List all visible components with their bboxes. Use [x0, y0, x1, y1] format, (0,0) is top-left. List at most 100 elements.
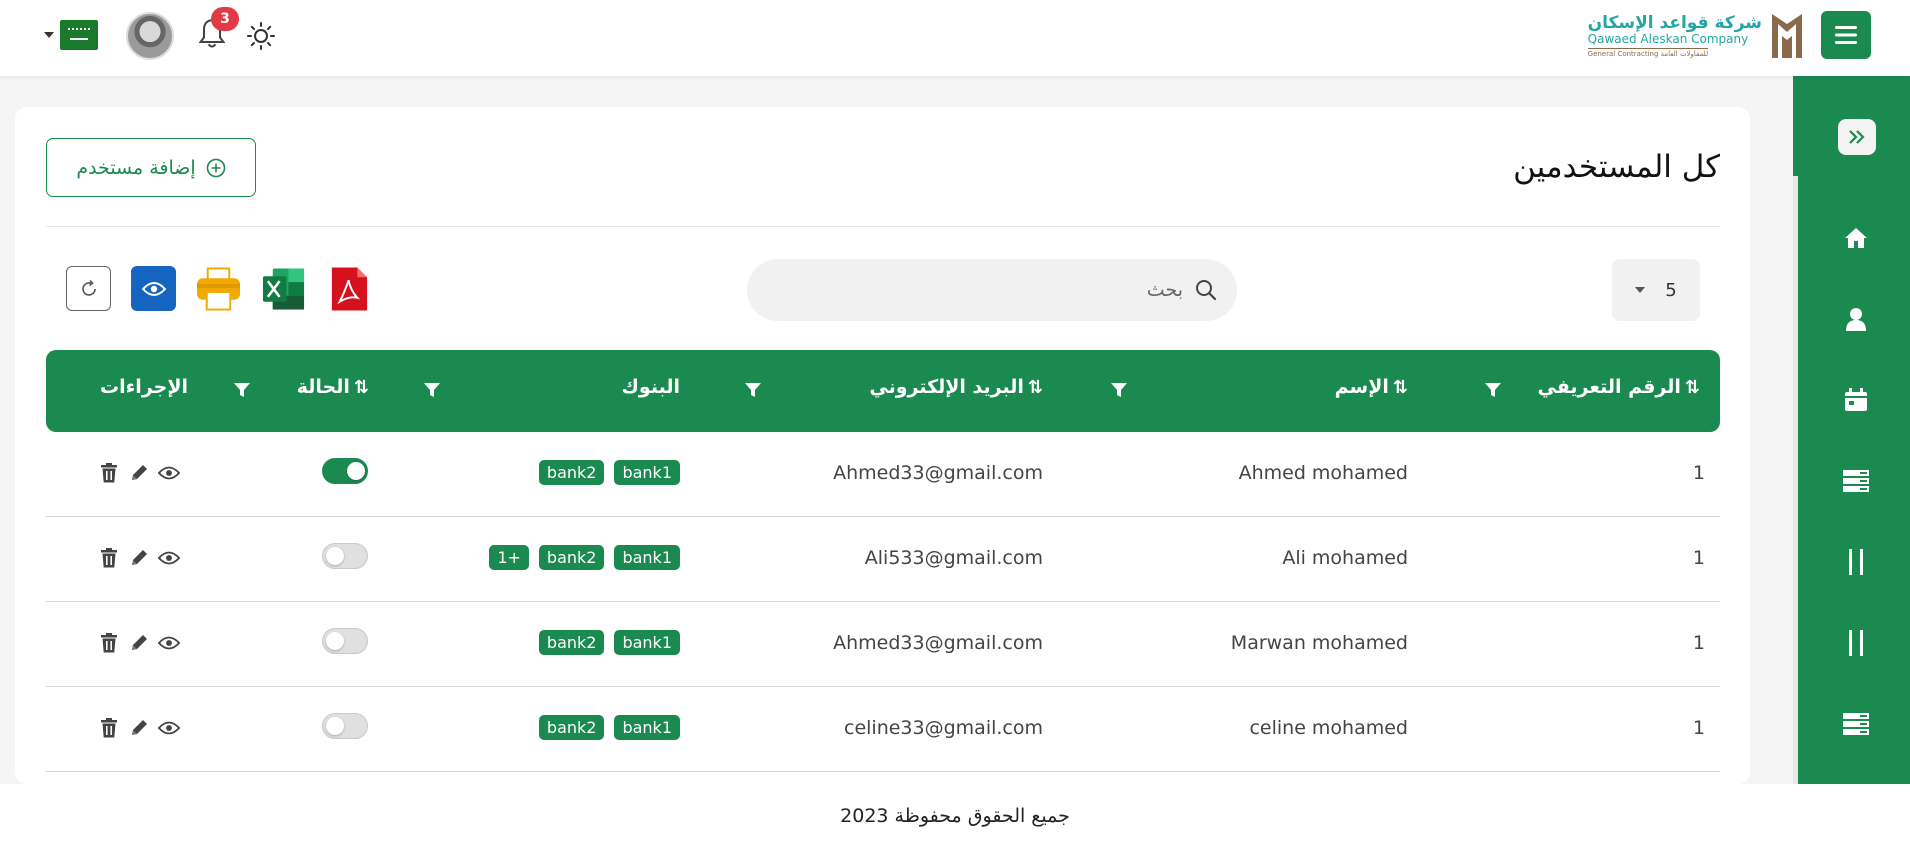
filter-icon[interactable]: [423, 381, 441, 399]
pdf-icon: [331, 266, 368, 311]
bank-more-tag[interactable]: 1+: [489, 545, 529, 570]
column-header-status-label: الحالة: [296, 376, 350, 398]
search-box: [747, 259, 1237, 321]
page-size-select[interactable]: 5: [1612, 259, 1700, 321]
column-header-id[interactable]: ⇅ الرقم التعريفي: [1538, 376, 1701, 398]
sidebar-item-list-2[interactable]: [1841, 709, 1871, 739]
divider: [46, 226, 1720, 227]
delete-button[interactable]: [98, 547, 120, 569]
add-user-button[interactable]: إضافة مستخدم: [46, 138, 256, 197]
refresh-button[interactable]: [66, 266, 111, 311]
cell-email: celine33@gmail.com: [844, 717, 1043, 739]
chevron-double-right-icon: [1849, 130, 1865, 144]
column-header-actions-label: الإجراءات: [99, 376, 188, 398]
cell-name: Ali mohamed: [1282, 547, 1408, 569]
logo-arabic-text: شركة قواعد الإسكان: [1587, 12, 1762, 33]
sidebar-item-home[interactable]: [1841, 223, 1871, 253]
sidebar-item-users[interactable]: [1841, 304, 1871, 334]
footer: جميع الحقوق محفوظة 2023: [0, 784, 1910, 847]
caret-down-icon: [1635, 287, 1646, 293]
column-header-name-label: الإسم: [1334, 376, 1389, 398]
sidebar-collapse-button[interactable]: [1838, 119, 1876, 155]
sidebar-item-pause-2[interactable]: [1841, 628, 1871, 658]
excel-export-button[interactable]: [261, 266, 306, 311]
home-icon: [1845, 228, 1867, 248]
caret-down-icon: [44, 32, 54, 38]
eye-icon: [141, 281, 166, 296]
sidebar-item-calendar[interactable]: [1841, 385, 1871, 415]
delete-button[interactable]: [98, 632, 120, 654]
cell-id: 1: [1692, 462, 1705, 484]
filter-icon[interactable]: [744, 381, 762, 399]
table-row: 1 Ahmed mohamed Ahmed33@gmail.com bank1 bank…: [46, 432, 1720, 517]
page-size-value: 5: [1665, 279, 1677, 301]
language-selector[interactable]: [44, 20, 98, 50]
filter-icon[interactable]: [1484, 381, 1502, 399]
calendar-icon: [1845, 388, 1867, 411]
cell-name: Marwan mohamed: [1230, 632, 1408, 654]
column-header-name[interactable]: ⇅ الإسم: [1335, 376, 1408, 398]
view-button[interactable]: [158, 462, 180, 484]
table-row: 1 Marwan mohamed Ahmed33@gmail.com bank1 ban…: [46, 602, 1720, 687]
sidebar-item-list[interactable]: [1841, 466, 1871, 496]
edit-button[interactable]: [128, 717, 150, 739]
top-navbar: 3 شركة قواعد الإسكان Qawaed Aleskan Comp…: [0, 0, 1910, 76]
cell-id: 1: [1692, 717, 1705, 739]
sidebar-scrollbar[interactable]: [1793, 176, 1798, 784]
export-toolbar: [66, 266, 371, 311]
column-header-email[interactable]: ⇅ البريد الإلكتروني: [869, 376, 1043, 398]
row-actions: [98, 717, 180, 739]
pdf-export-button[interactable]: [326, 266, 371, 311]
print-button[interactable]: [196, 266, 241, 311]
pencil-icon: [132, 550, 147, 565]
trash-icon: [101, 633, 117, 653]
menu-button[interactable]: [1821, 11, 1871, 59]
status-toggle[interactable]: [322, 543, 368, 569]
table-row: 1 celine mohamed celine33@gmail.com bank1 ba…: [46, 687, 1720, 772]
edit-button[interactable]: [128, 547, 150, 569]
bank-tag: bank1: [614, 545, 680, 570]
pencil-icon: [132, 720, 147, 735]
column-header-status[interactable]: ⇅ الحالة: [297, 376, 369, 398]
bank-tag: bank2: [538, 545, 605, 570]
list-icon: [1843, 713, 1869, 735]
trash-icon: [101, 463, 117, 483]
logo-mark-icon: [1768, 9, 1806, 62]
pause-icon: [1849, 630, 1863, 656]
filter-icon[interactable]: [233, 381, 251, 399]
sidebar-item-pause-1[interactable]: [1841, 547, 1871, 577]
bank-tag: bank1: [614, 630, 680, 655]
column-header-banks[interactable]: البنوك: [622, 376, 680, 398]
sun-icon[interactable]: [247, 22, 275, 50]
pencil-icon: [132, 465, 147, 480]
cell-email: Ahmed33@gmail.com: [833, 632, 1043, 654]
delete-button[interactable]: [98, 462, 120, 484]
add-user-label: إضافة مستخدم: [76, 156, 196, 179]
column-header-email-label: البريد الإلكتروني: [869, 376, 1024, 398]
eye-icon: [158, 466, 180, 480]
trash-icon: [101, 548, 117, 568]
status-toggle[interactable]: [322, 628, 368, 654]
saudi-flag-icon: [60, 20, 98, 50]
copyright-text: جميع الحقوق محفوظة 2023: [840, 804, 1070, 827]
eye-icon: [158, 721, 180, 735]
filter-icon[interactable]: [1110, 381, 1128, 399]
cell-name: Ahmed mohamed: [1238, 462, 1408, 484]
view-button[interactable]: [158, 547, 180, 569]
table-header: ⇅ الرقم التعريفي ⇅ الإسم ⇅ البريد الإلكت…: [46, 350, 1720, 432]
edit-button[interactable]: [128, 632, 150, 654]
users-card: كل المستخدمين إضافة مستخدم 5 بحث ⇅ الرقم…: [15, 107, 1750, 784]
delete-button[interactable]: [98, 717, 120, 739]
menu-icon: [1835, 26, 1857, 44]
edit-button[interactable]: [128, 462, 150, 484]
pencil-icon: [132, 635, 147, 650]
view-button[interactable]: [158, 717, 180, 739]
view-columns-button[interactable]: [131, 266, 176, 311]
status-toggle[interactable]: [322, 713, 368, 739]
bank-tag: bank1: [614, 460, 680, 485]
avatar[interactable]: [126, 12, 174, 60]
search-input[interactable]: [823, 279, 1183, 301]
eye-icon: [158, 551, 180, 565]
status-toggle[interactable]: [322, 458, 368, 484]
view-button[interactable]: [158, 632, 180, 654]
